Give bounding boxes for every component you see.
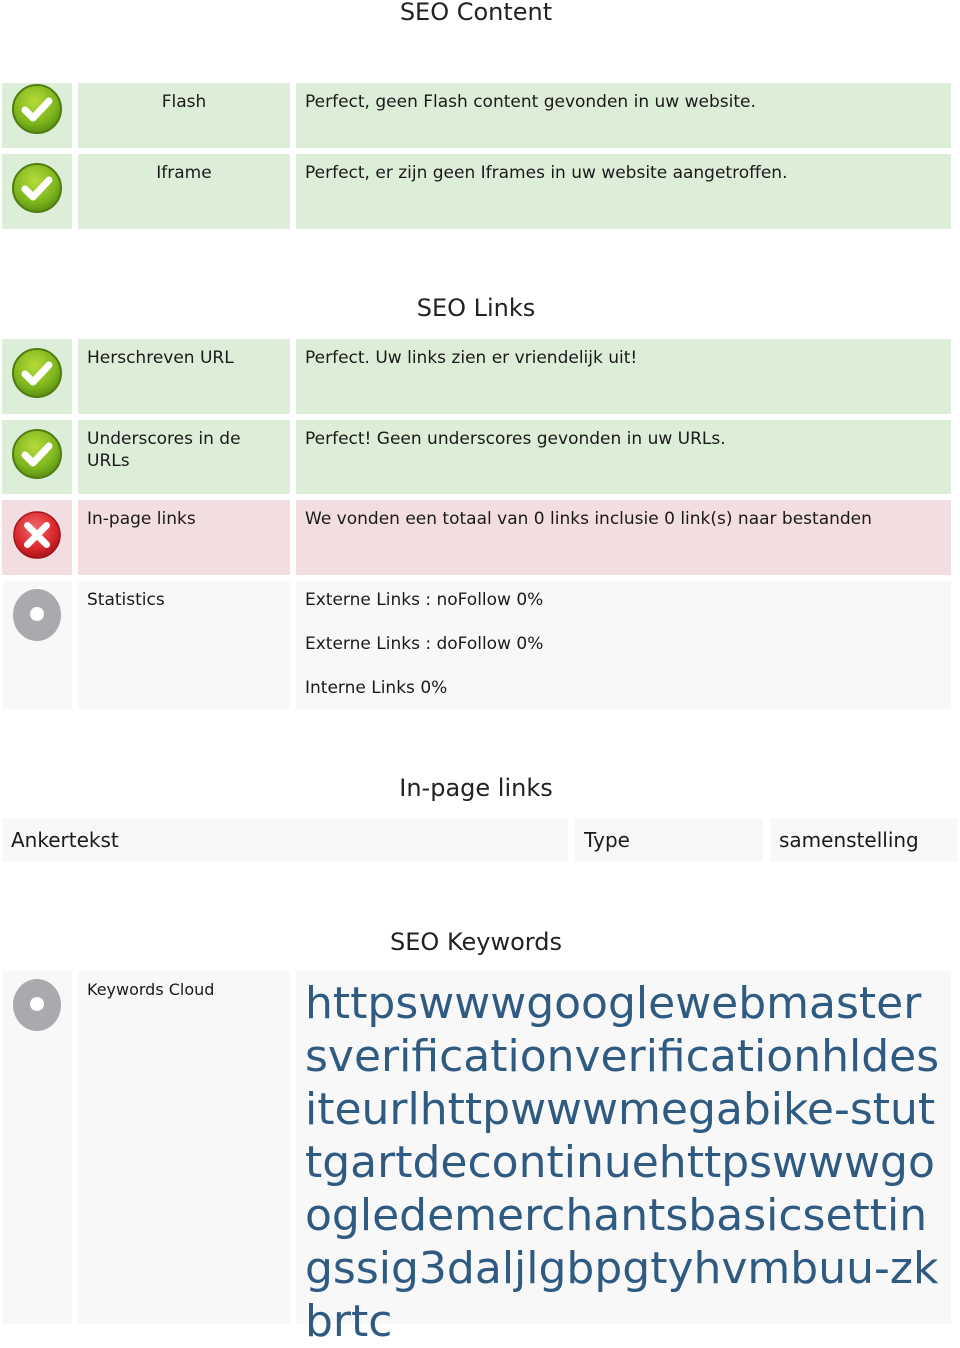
- seo-row-flash: Flash Perfect, geen Flash content gevond…: [0, 83, 960, 148]
- section-title-inpage-links: In-page links: [399, 774, 553, 802]
- section-title-seo-keywords: SEO Keywords: [390, 928, 562, 956]
- status-cell: [2, 154, 72, 229]
- stat-external-dofollow: Externe Links : doFollow 0%: [305, 634, 544, 654]
- row-label: Iframe: [78, 154, 290, 229]
- row-label: Keywords Cloud: [78, 971, 290, 1324]
- seo-row-inpage-links: In-page links We vonden een totaal van 0…: [0, 500, 960, 575]
- check-circle-icon: [12, 84, 62, 134]
- column-header-anchor-text: Ankertekst: [2, 818, 568, 862]
- seo-row-underscores: Underscores in de URLs Perfect! Geen und…: [0, 420, 960, 494]
- check-circle-icon: [12, 429, 62, 479]
- row-message: Perfect. Uw links zien er vriendelijk ui…: [296, 339, 951, 414]
- row-label: Herschreven URL: [78, 339, 290, 414]
- row-label: In-page links: [78, 500, 290, 575]
- row-message: Perfect, geen Flash content gevonden in …: [296, 83, 951, 148]
- row-message: Perfect, er zijn geen Iframes in uw webs…: [296, 154, 951, 229]
- seo-row-statistics: Statistics Externe Links : noFollow 0% E…: [0, 581, 960, 709]
- seo-row-keywords-cloud: Keywords Cloud httpswwwgooglewebmastersv…: [0, 971, 960, 1347]
- status-cell: [2, 83, 72, 148]
- keywords-cloud: httpswwwgooglewebmastersverificationveri…: [296, 971, 951, 1347]
- neutral-circle-icon: [13, 589, 61, 641]
- x-circle-icon: [13, 511, 61, 559]
- stat-external-nofollow: Externe Links : noFollow 0%: [305, 590, 544, 610]
- seo-row-iframe: Iframe Perfect, er zijn geen Iframes in …: [0, 154, 960, 229]
- status-cell: [2, 971, 72, 1324]
- section-title-seo-content: SEO Content: [399, 0, 553, 26]
- status-cell: [2, 339, 72, 414]
- inpage-links-table-header: Ankertekst Type samenstelling: [0, 818, 960, 862]
- seo-row-rewritten-url: Herschreven URL Perfect. Uw links zien e…: [0, 339, 960, 414]
- row-label: Underscores in de URLs: [78, 420, 290, 494]
- statistics-list: Externe Links : noFollow 0% Externe Link…: [296, 581, 951, 709]
- row-message: Perfect! Geen underscores gevonden in uw…: [296, 420, 951, 494]
- column-header-type: Type: [575, 818, 763, 862]
- check-circle-icon: [12, 163, 62, 213]
- status-cell: [2, 500, 72, 575]
- check-circle-icon: [12, 348, 62, 398]
- row-message: We vonden een totaal van 0 links inclusi…: [296, 500, 951, 575]
- stat-internal-links: Interne Links 0%: [305, 678, 448, 698]
- neutral-circle-icon: [13, 979, 61, 1031]
- status-cell: [2, 420, 72, 494]
- row-label: Statistics: [78, 581, 290, 709]
- section-title-seo-links: SEO Links: [416, 294, 536, 322]
- row-label: Flash: [78, 83, 290, 148]
- status-cell: [2, 581, 72, 709]
- column-header-composition: samenstelling: [770, 818, 958, 862]
